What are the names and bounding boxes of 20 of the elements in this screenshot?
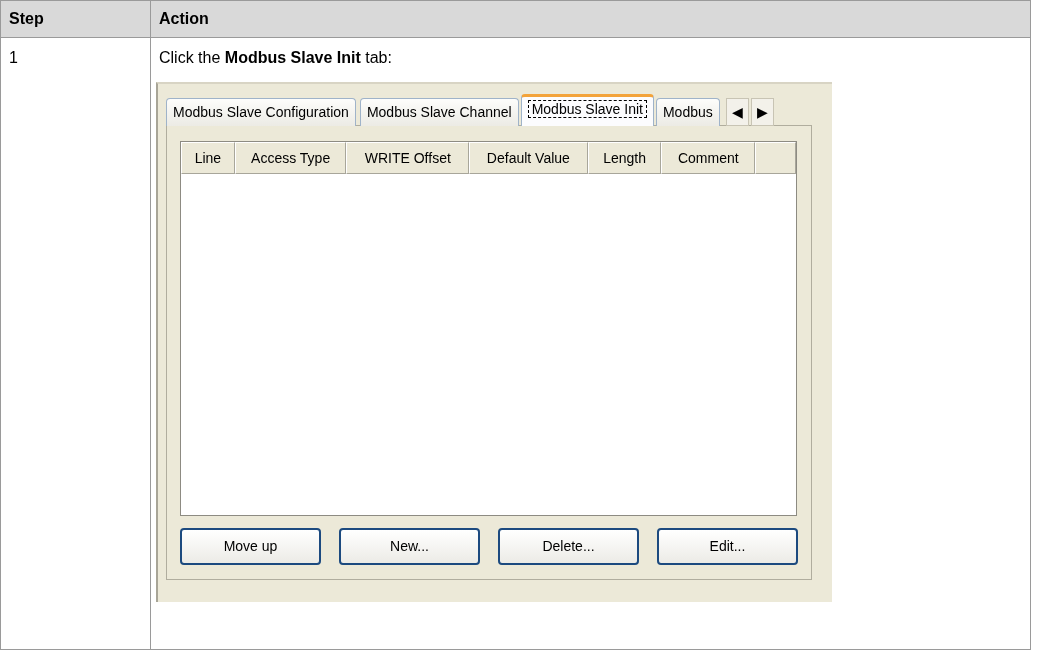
tab[interactable]: Modbus Slave Channel: [359, 98, 519, 126]
dialog-button[interactable]: Edit...: [657, 528, 798, 565]
scroll-right-button[interactable]: ▶: [750, 98, 774, 126]
table-cell: 1: [0, 37, 151, 650]
column-header: Length: [587, 142, 662, 174]
column-header: Access Type: [234, 142, 347, 174]
column-header: Line: [181, 142, 235, 174]
scroll-left-button[interactable]: ◀: [725, 98, 749, 126]
column-header: Default Value: [469, 142, 588, 174]
tab[interactable]: Modbus Slave Init: [520, 94, 654, 126]
column-header: Action: [150, 0, 1031, 38]
dialog-button[interactable]: Move up: [180, 528, 321, 565]
column-header: Comment: [661, 142, 756, 174]
dialog-button[interactable]: Delete...: [498, 528, 639, 565]
dialog-button[interactable]: New...: [339, 528, 480, 565]
column-header: Step: [0, 0, 151, 38]
column-header: WRITE Offset: [346, 142, 470, 174]
instruction-text: Click the Modbus Slave Init tab:: [158, 48, 393, 68]
tab[interactable]: Modbus: [655, 98, 720, 126]
tab[interactable]: Modbus Slave Configuration: [166, 98, 356, 126]
